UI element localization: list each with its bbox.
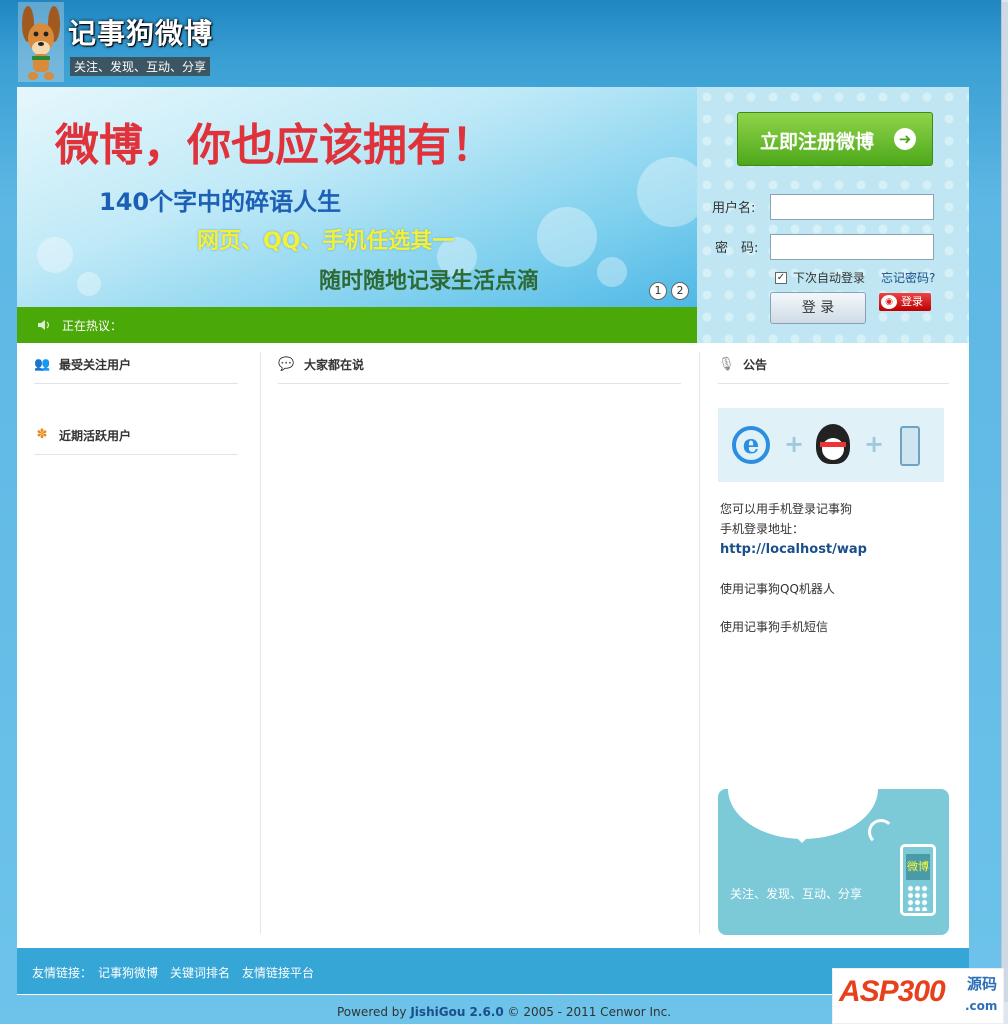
powered-suffix: © 2005 - 2011 Cenwor Inc. [503, 1005, 672, 1019]
signal-wave-icon [868, 819, 894, 845]
register-button-label: 立即注册微博 [760, 131, 875, 153]
scrollbar-thumb[interactable] [1002, 2, 1008, 1002]
hot-topics-label: 正在热议： [62, 319, 123, 333]
auto-login-label: 下次自动登录 [793, 271, 866, 285]
username-label: 用户名: [712, 201, 756, 216]
password-input[interactable] [770, 234, 934, 260]
mobile-login-text: 您可以用手机登录记事狗 [720, 502, 853, 516]
users-icon: 👥 [34, 357, 51, 372]
forgot-password-link[interactable]: 忘记密码? [881, 269, 935, 286]
mobile-weibo-card: 微博 关注、发现、互动、分享 [718, 789, 949, 935]
microphone-icon: 🎙 [718, 357, 735, 372]
site-logo[interactable]: 记事狗微博 关注、发现、互动、分享 [18, 2, 218, 82]
popular-users-title: 最受关注用户 [59, 358, 132, 372]
watermark-brand: ASP300 [839, 975, 946, 1008]
vertical-scrollbar[interactable] [1001, 0, 1008, 1024]
friend-link[interactable]: 记事狗微博 [98, 964, 158, 981]
banner-line-1: 140个字中的碎语人生 [99, 188, 342, 216]
everyone-says-title: 大家都在说 [304, 358, 365, 372]
mobile-phone-icon: 微博 [900, 844, 936, 916]
main-container: 微博，你也应该拥有！ 140个字中的碎语人生 网页、QQ、手机任选其一 随时随地… [17, 87, 969, 995]
friend-links-label: 友情链接： [32, 966, 93, 980]
sms-link[interactable]: 使用记事狗手机短信 [720, 618, 828, 635]
divider [278, 383, 681, 384]
watermark-cn: 源码 [967, 975, 998, 993]
plus-icon: + [864, 430, 885, 458]
powered-prefix: Powered by [336, 1005, 411, 1019]
banner-bubble [597, 257, 627, 287]
column-separator [260, 352, 261, 934]
active-users-title: 近期活跃用户 [59, 429, 132, 443]
weibo-login-label: 登录 [901, 295, 923, 308]
banner-bubble [37, 237, 73, 273]
column-separator [699, 352, 700, 934]
plus-icon: + [784, 430, 805, 458]
qq-robot-link[interactable]: 使用记事狗QQ机器人 [720, 580, 835, 597]
banner-headline: 微博，你也应该拥有！ [55, 120, 495, 171]
banner-page-2[interactable]: 2 [671, 282, 689, 300]
arrow-right-icon: ➜ [894, 128, 916, 150]
friend-link[interactable]: 友情链接平台 [242, 964, 314, 981]
mobile-phone-icon [900, 426, 920, 466]
banner-line-3: 随时随地记录生活点滴 [319, 269, 540, 294]
username-input[interactable] [770, 194, 934, 220]
phone-screen-label: 微博 [906, 854, 930, 880]
footer: 友情链接： 记事狗微博 关键词排名 友情链接平台 [17, 948, 969, 994]
login-panel: 立即注册微博 ➜ 用户名: 密 码: ✓ 下次自动登录 忘记密码? 登 录 ◉ … [697, 87, 969, 343]
banner-bubble [537, 207, 597, 267]
promo-banner[interactable]: 微博，你也应该拥有！ 140个字中的碎语人生 网页、QQ、手机任选其一 随时随地… [17, 87, 697, 307]
password-label: 密 码: [715, 241, 759, 256]
register-button[interactable]: 立即注册微博 ➜ [737, 112, 933, 166]
friend-link[interactable]: 关键词排名 [170, 964, 230, 981]
card-slogan: 关注、发现、互动、分享 [730, 887, 863, 901]
auto-login-checkbox[interactable]: ✓ [775, 272, 787, 284]
ie-browser-icon: e [732, 426, 770, 464]
divider [34, 454, 238, 455]
login-button[interactable]: 登 录 [770, 292, 866, 324]
divider [718, 383, 949, 384]
banner-bubble [77, 272, 101, 296]
mobile-address-link[interactable]: http://localhost/wap [720, 542, 867, 557]
weibo-logo-icon: ◉ [881, 295, 897, 309]
qq-penguin-icon [816, 424, 850, 464]
divider [34, 383, 238, 384]
powered-product-link[interactable]: JishiGou 2.6.0 [410, 1005, 503, 1019]
site-title: 记事狗微博 [68, 17, 214, 50]
weibo-login-button[interactable]: ◉ 登录 [879, 293, 931, 311]
banner-line-2: 网页、QQ、手机任选其一 [197, 229, 455, 254]
banner-bubble [637, 157, 697, 227]
speech-cloud-tail [788, 829, 816, 843]
speech-bubble-icon: 💬 [278, 357, 295, 372]
hot-topics-bar: 正在热议： [17, 307, 697, 343]
phone-keypad [907, 885, 929, 911]
flower-icon: ✽ [36, 427, 48, 442]
speaker-icon [38, 320, 50, 330]
mobile-address-label: 手机登录地址： [720, 522, 805, 536]
dog-mascot-icon [18, 2, 64, 82]
notice-title: 公告 [743, 358, 768, 372]
watermark-domain: .com [965, 999, 998, 1013]
site-slogan: 关注、发现、互动、分享 [70, 57, 211, 76]
banner-page-1[interactable]: 1 [649, 282, 667, 300]
platform-promo: e + + [718, 408, 944, 482]
asp300-watermark: ASP300 源码 .com [832, 968, 1004, 1024]
